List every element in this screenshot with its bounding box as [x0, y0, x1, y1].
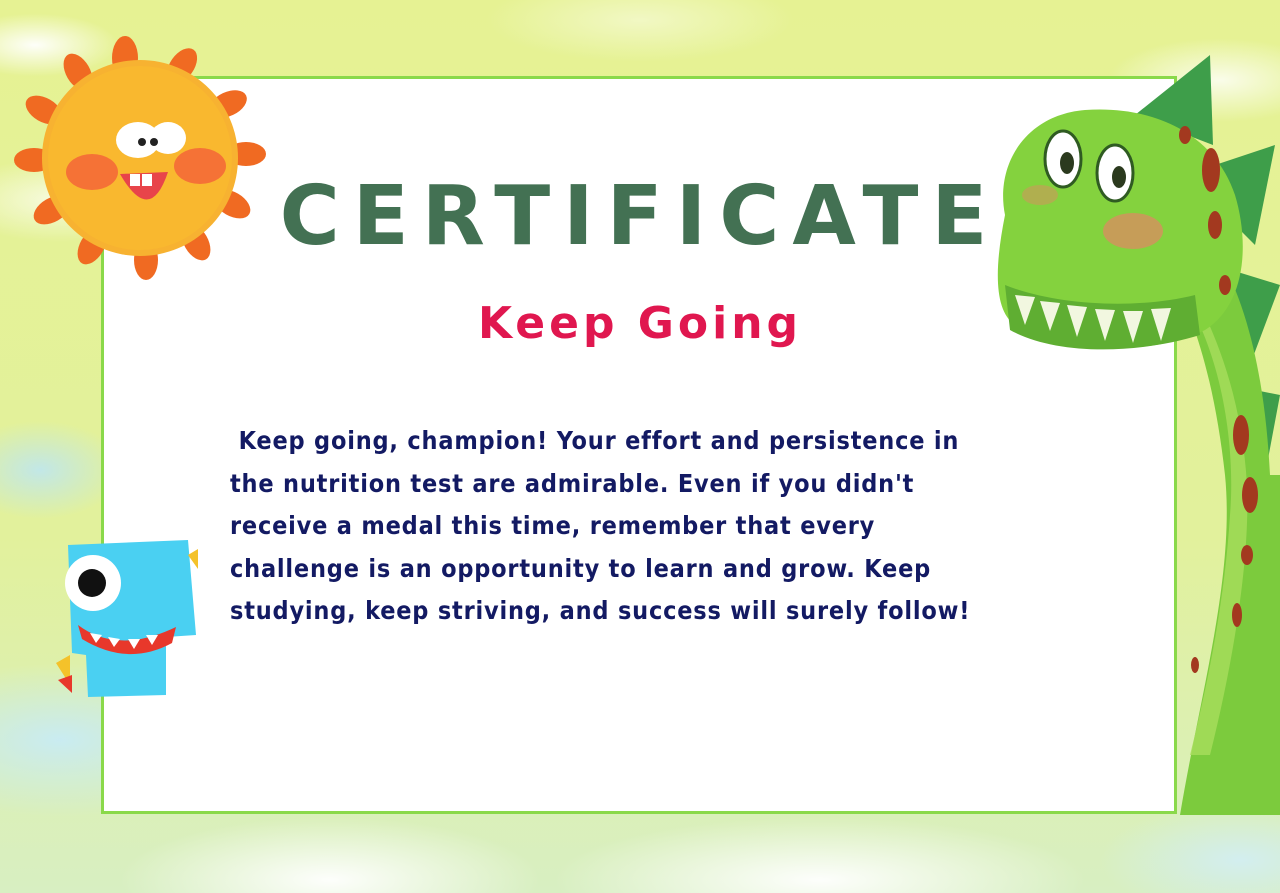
certificate-title: CERTIFICATE [279, 169, 1001, 264]
certificate-subtitle: Keep Going [477, 298, 803, 349]
certificate-message: Keep going, champion! Your effort and pe… [230, 426, 971, 625]
blue-dinosaur-illustration [56, 540, 198, 697]
green-dinosaur-illustration [997, 55, 1280, 815]
